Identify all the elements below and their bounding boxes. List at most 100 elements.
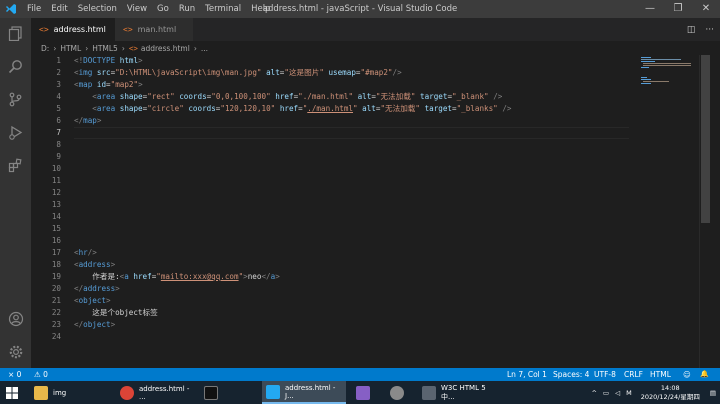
chevron-right-icon: ›	[85, 43, 89, 53]
problems-warnings[interactable]: ⚠ 0	[34, 368, 48, 381]
area2-alt: 无法加载	[385, 104, 416, 113]
code-line: <area shape="circle" coords="120,120,10"…	[92, 104, 512, 113]
cursor-position[interactable]: Ln 7, Col 1	[507, 368, 547, 381]
menu-terminal[interactable]: Terminal	[200, 0, 246, 18]
code-line: <hr/>	[74, 248, 97, 257]
html-file-icon: <>	[39, 25, 49, 34]
menu-go[interactable]: Go	[152, 0, 174, 18]
breadcrumb-file[interactable]: address.html	[141, 44, 190, 53]
scrollbar-thumb[interactable]	[701, 55, 710, 223]
mailto-href: mailto:xxx@qq.com	[160, 272, 239, 281]
notifications-bell-icon[interactable]: 🔔	[700, 368, 709, 381]
taskbar-item-terminal[interactable]	[200, 381, 258, 404]
img-usemap-value: #map2	[365, 68, 388, 77]
code-editor[interactable]: 1 2 3 4 5 6 7 8 9 10 11 12 13 14 15 16 1…	[31, 55, 710, 368]
menu-edit[interactable]: Edit	[46, 0, 72, 18]
line-number: 8	[56, 140, 61, 149]
problems-errors[interactable]: ⨯ 0	[8, 368, 21, 381]
taskbar-item-img[interactable]: img	[30, 381, 110, 404]
ime-icon[interactable]: M	[626, 389, 632, 397]
visual-studio-icon	[356, 385, 370, 400]
line-number: 18	[51, 260, 61, 269]
taskbar-item-vscode[interactable]: address.html - J...	[262, 381, 346, 404]
object-text: 这是个object标签	[92, 308, 158, 317]
menu-run[interactable]: Run	[174, 0, 200, 18]
code-line: 作者是:<a href="mailto:xxx@qq.com">neo</a>	[92, 272, 280, 281]
extensions-icon[interactable]	[7, 157, 24, 174]
html-file-icon: <>	[123, 25, 133, 34]
breadcrumb-folder-html5[interactable]: HTML5	[92, 44, 118, 53]
tray-up-arrow-icon[interactable]: ^	[591, 389, 596, 397]
line-number: 6	[56, 116, 61, 125]
search-icon[interactable]	[7, 58, 24, 75]
network-icon[interactable]: ▭	[603, 389, 609, 397]
breadcrumb-symbol[interactable]: ...	[201, 44, 208, 53]
area1-href: ./man.html	[302, 92, 349, 101]
indentation[interactable]: Spaces: 4	[553, 368, 589, 381]
run-debug-icon[interactable]	[7, 124, 24, 141]
minimap[interactable]	[639, 55, 699, 115]
language-mode[interactable]: HTML	[650, 368, 671, 381]
volume-icon[interactable]: ◁	[615, 389, 620, 397]
feedback-icon[interactable]: ☺	[683, 368, 691, 381]
editor-scrollbar[interactable]	[699, 55, 710, 368]
line-number: 3	[56, 80, 61, 89]
split-editor-icon[interactable]: ◫	[687, 25, 696, 35]
tab-actions: ◫ ···	[687, 18, 714, 41]
notification-icon[interactable]: ▤	[710, 389, 716, 397]
line-number: 20	[51, 284, 61, 293]
clock-time: 14:08	[660, 383, 680, 392]
line-number: 14	[51, 212, 61, 221]
area2-href: ./man.html	[307, 104, 353, 113]
area2-coords: 120,120,10	[224, 104, 271, 113]
start-button[interactable]	[2, 381, 22, 404]
menu-help[interactable]: Help	[246, 0, 275, 18]
taskbar-item-app[interactable]	[384, 381, 414, 404]
folder-icon	[34, 385, 48, 400]
gear-icon[interactable]	[7, 343, 24, 360]
taskbar-item-chrome[interactable]: address.html - ...	[116, 381, 196, 404]
breadcrumb-folder-html[interactable]: HTML	[60, 44, 81, 53]
chevron-right-icon: ›	[193, 43, 197, 53]
menu-view[interactable]: View	[122, 0, 152, 18]
line-number: 5	[56, 104, 61, 113]
line-number: 22	[51, 308, 61, 317]
taskbar-item-visual-studio[interactable]	[350, 381, 380, 404]
menu-file[interactable]: File	[22, 0, 46, 18]
tab-man-html[interactable]: <> man.html	[115, 18, 193, 41]
minimize-button[interactable]: —	[636, 0, 664, 18]
document-icon	[422, 385, 436, 400]
breadcrumb-drive[interactable]: D:	[41, 44, 49, 53]
code-line: <area shape="rect" coords="0,0,100,100" …	[92, 92, 503, 101]
code-line: 这是个object标签	[74, 307, 629, 319]
file-encoding[interactable]: UTF-8	[594, 368, 616, 381]
html-file-icon: <>	[128, 43, 138, 53]
account-icon[interactable]	[7, 310, 24, 327]
terminal-icon	[204, 385, 218, 400]
code-line: <address>	[74, 260, 116, 269]
line-number: 16	[51, 236, 61, 245]
menu-selection[interactable]: Selection	[73, 0, 122, 18]
img-src-value: D:\HTML\javaScript\img\man.jpg	[119, 68, 257, 77]
tab-address-html[interactable]: <> address.html ✕	[31, 18, 123, 41]
window-controls: — ❐ ✕	[636, 0, 720, 18]
line-number: 13	[51, 200, 61, 209]
chevron-right-icon: ›	[121, 43, 125, 53]
code-line: <map id="map2">	[74, 80, 143, 89]
title-bar: File Edit Selection View Go Run Terminal…	[0, 0, 720, 18]
clock[interactable]: 14:08 2020/12/24/星期四	[641, 384, 700, 402]
link-text: neo	[247, 272, 262, 281]
explorer-icon[interactable]	[7, 25, 24, 42]
source-control-icon[interactable]	[7, 91, 24, 108]
activity-bar	[0, 18, 31, 368]
taskbar-item-w3c[interactable]: W3C HTML 5 中...	[418, 381, 500, 404]
more-actions-icon[interactable]: ···	[705, 25, 714, 35]
maximize-button[interactable]: ❐	[664, 0, 692, 18]
close-window-button[interactable]: ✕	[692, 0, 720, 18]
line-ending[interactable]: CRLF	[624, 368, 643, 381]
